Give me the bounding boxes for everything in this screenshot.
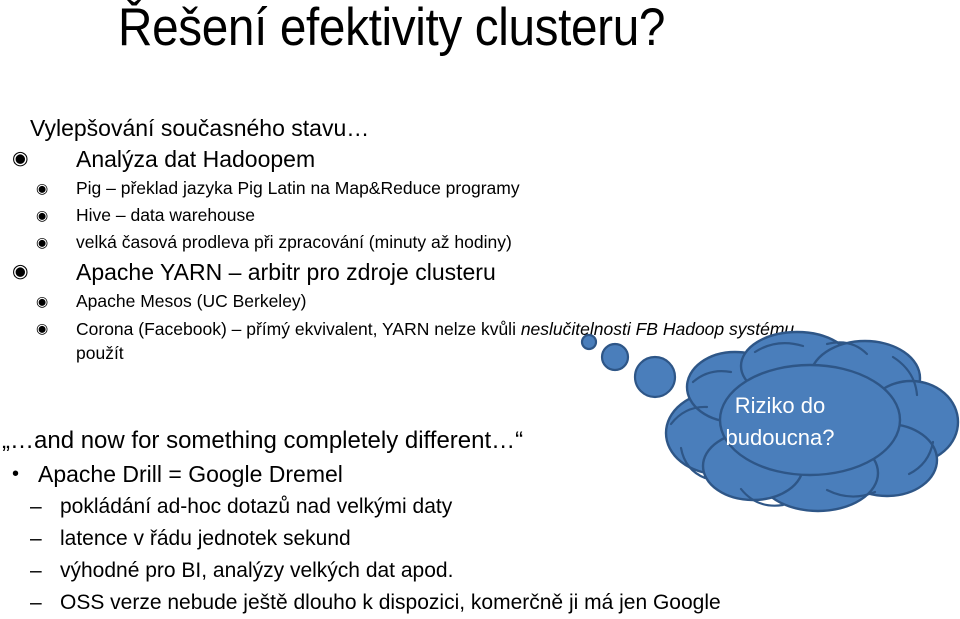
dash-bullet-icon: –: [30, 495, 42, 518]
cloud-text-line-1: Riziko do: [734, 393, 826, 418]
list-item: ◉ Apache YARN – arbitr pro zdroje cluste…: [0, 256, 900, 288]
list-item: – latence v řádu jednotek sekund: [0, 523, 900, 555]
corona-text-plain: Corona (Facebook) – přímý ekvivalent, YA…: [76, 319, 521, 339]
list-item: – OSS verze nebude ještě dlouho k dispoz…: [0, 587, 900, 619]
round-bullet-icon: •: [12, 463, 20, 485]
list-item-label: pokládání ad-hoc dotazů nad velkými daty: [60, 495, 453, 518]
list-item: – pokládání ad-hoc dotazů nad velkými da…: [0, 491, 900, 523]
list-item: ◉ Pig – překlad jazyka Pig Latin na Map&…: [0, 175, 900, 202]
list-item-label: Apache YARN – arbitr pro zdroje clusteru: [76, 259, 496, 285]
upper-heading: Vylepšování současného stavu…: [30, 115, 370, 141]
list-item: – výhodné pro BI, analýzy velkých dat ap…: [0, 555, 900, 587]
cloud-text-line-2: budoucna?: [725, 425, 835, 450]
thought-cloud-text: Riziko do budoucna?: [690, 390, 870, 454]
presentation-slide: Řešení efektivity clusteru? Vylepšování …: [0, 0, 960, 619]
list-item-label: Pig – překlad jazyka Pig Latin na Map&Re…: [76, 178, 520, 198]
list-item-label: latence v řádu jednotek sekund: [60, 527, 351, 550]
page-title: Řešení efektivity clusteru?: [118, 0, 666, 57]
list-item-label: Apache Mesos (UC Berkeley): [76, 291, 307, 311]
circled-dot-bullet-icon: ◉: [12, 261, 29, 282]
list-item: ◉ velká časová prodleva při zpracování (…: [0, 229, 900, 256]
list-item-label: velká časová prodleva při zpracování (mi…: [76, 232, 512, 252]
list-item: ◉ Analýza dat Hadoopem: [0, 143, 900, 175]
list-item: ◉ Hive – data warehouse: [0, 202, 900, 229]
corona-text-italic: neslučitelnosti FB Hadoop systému: [520, 319, 795, 339]
list-item-label: Apache Drill = Google Dremel: [38, 461, 343, 487]
circled-dot-bullet-icon: ◉: [36, 320, 49, 336]
circled-dot-bullet-icon: ◉: [36, 234, 49, 250]
circled-dot-bullet-icon: ◉: [12, 148, 29, 169]
dash-bullet-icon: –: [30, 527, 42, 550]
list-item: ◉ Apache Mesos (UC Berkeley): [0, 288, 900, 315]
dash-bullet-icon: –: [30, 559, 42, 582]
list-item-label: Analýza dat Hadoopem: [76, 146, 316, 172]
list-item-corona: ◉ Corona (Facebook) – přímý ekvivalent, …: [0, 315, 900, 365]
upper-content-block: Vylepšování současného stavu… ◉ Analýza …: [0, 113, 900, 365]
list-item-label: OSS verze nebude ještě dlouho k dispozic…: [60, 591, 721, 614]
list-item-label: Hive – data warehouse: [76, 205, 255, 225]
list-item-label: výhodné pro BI, analýzy velkých dat apod…: [60, 559, 454, 582]
circled-dot-bullet-icon: ◉: [36, 180, 49, 196]
circled-dot-bullet-icon: ◉: [36, 207, 49, 223]
list-item-label: Corona (Facebook) – přímý ekvivalent, YA…: [76, 317, 900, 341]
circled-dot-bullet-icon: ◉: [36, 293, 49, 309]
corona-text-wrapped: použít: [76, 343, 124, 363]
list-item: • Apache Drill = Google Dremel: [0, 458, 900, 491]
dash-bullet-icon: –: [30, 591, 42, 614]
